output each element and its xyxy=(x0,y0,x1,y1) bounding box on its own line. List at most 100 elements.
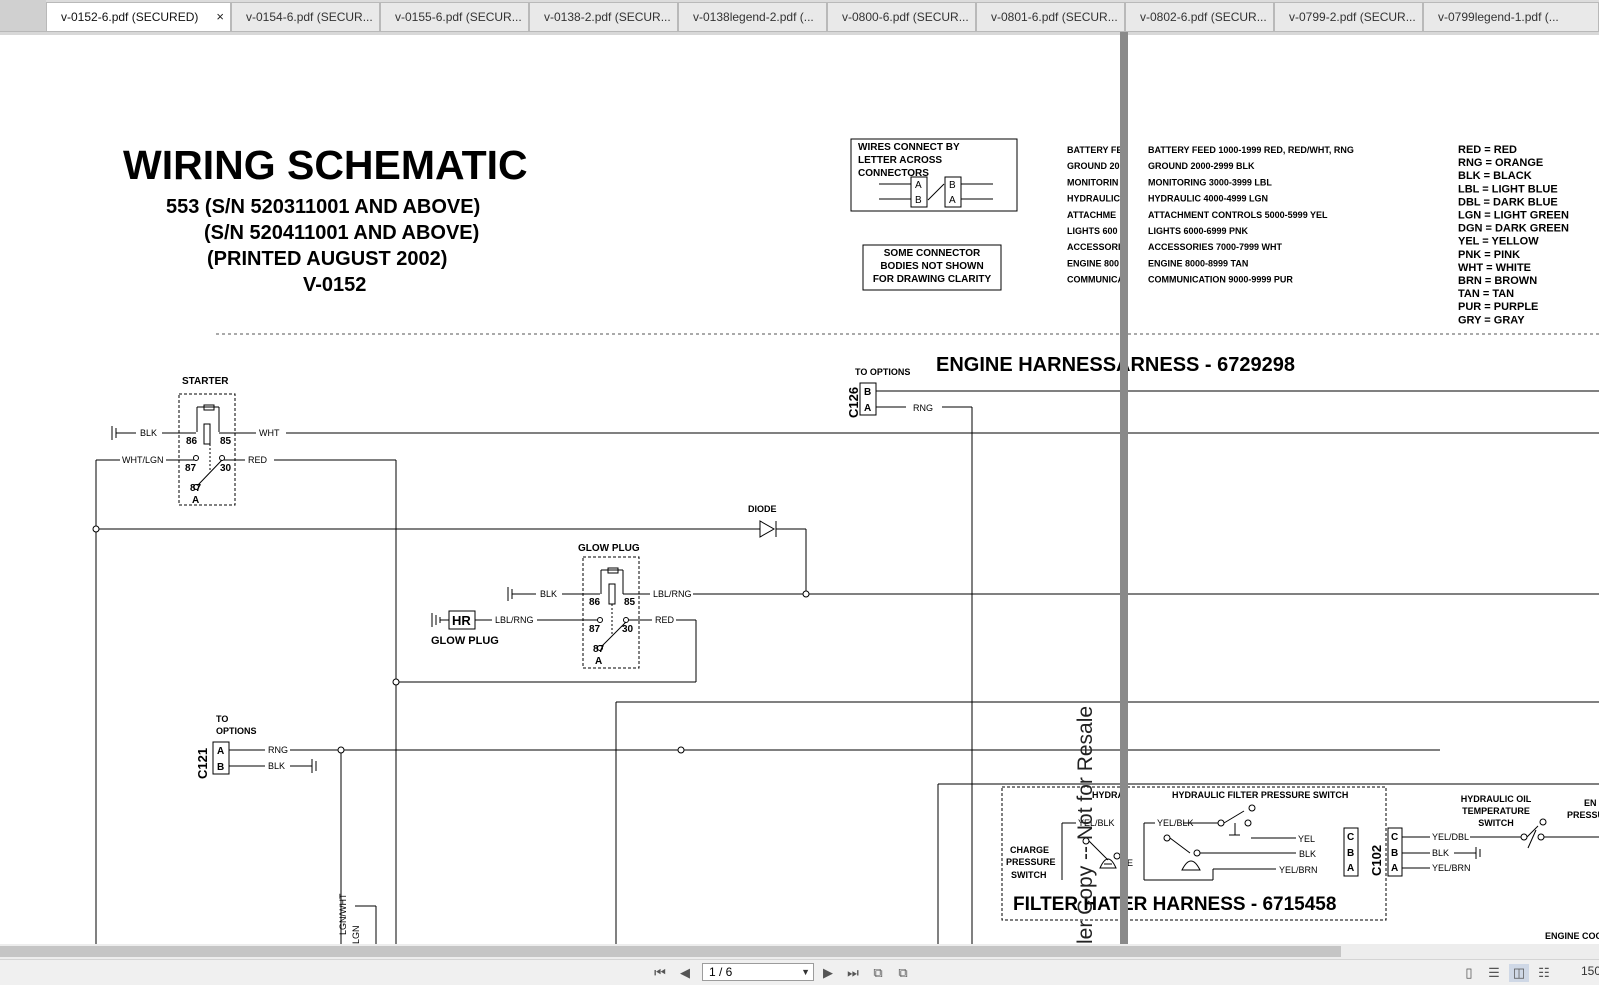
wiring-schematic: WIRING SCHEMATIC 553 (S/N 520311001 AND … xyxy=(92,138,1599,944)
scrollbar-thumb[interactable] xyxy=(0,946,1341,957)
engine-harness-title: ENGINE HARNESSARNESS - 6729298 xyxy=(936,354,1295,376)
pin-label: 87 xyxy=(185,463,197,474)
glow-plug-relay xyxy=(582,556,640,669)
tab-v-0799legend[interactable]: v-0799legend-1.pdf (... xyxy=(1423,2,1599,31)
tab-bar: v-0152-6.pdf (SECURED) × v-0154-6.pdf (SE… xyxy=(0,0,1599,32)
tab-v-0154[interactable]: v-0154-6.pdf (SECUR... xyxy=(231,2,380,31)
feed-range-label: ACCESSORIES 7000-7999 WHT xyxy=(1148,242,1283,252)
next-page-icon[interactable]: ▶ xyxy=(818,964,838,982)
wire-label: LGN/WHT xyxy=(338,893,348,935)
wire-label: RNG xyxy=(268,745,288,755)
tab-v-0799[interactable]: v-0799-2.pdf (SECUR... xyxy=(1274,2,1423,31)
starter-relay xyxy=(178,393,236,506)
prev-page-icon[interactable]: ◀ xyxy=(675,964,695,982)
color-legend-entry: DGN = DARK GREEN xyxy=(1458,223,1569,235)
feed-range-label: ATTACHMENT CONTROLS 5000-5999 YEL xyxy=(1148,210,1328,220)
pin-label: C xyxy=(1391,832,1398,843)
tab-bar-scroll-left[interactable] xyxy=(0,0,46,31)
feed-category-label: ATTACHME xyxy=(1067,210,1116,220)
pin-label: A xyxy=(864,403,871,414)
schematic-title: WIRING SCHEMATIC xyxy=(123,142,528,188)
hr-label: HR xyxy=(452,613,471,628)
pin-label: 30 xyxy=(220,463,232,474)
tab-label: v-0138-2.pdf (SECUR... xyxy=(544,10,671,24)
wire-label: RNG xyxy=(913,403,933,413)
color-legend-entry: LGN = LIGHT GREEN xyxy=(1458,210,1569,222)
wire-label: BLK xyxy=(1299,849,1316,859)
color-legend-entry: RED = RED xyxy=(1458,144,1517,156)
close-icon[interactable]: × xyxy=(216,3,224,31)
single-page-icon[interactable]: ▯ xyxy=(1459,964,1479,982)
chevron-down-icon[interactable]: ▼ xyxy=(801,964,810,980)
feed-range-label: LIGHTS 6000-6999 PNK xyxy=(1148,226,1249,236)
tab-v-0138[interactable]: v-0138-2.pdf (SECUR... xyxy=(529,2,678,31)
last-page-icon[interactable]: ⏭ xyxy=(843,964,863,982)
wire-label: YEL xyxy=(1298,834,1315,844)
go-back-icon[interactable]: ⧉ xyxy=(868,964,888,982)
tab-v-0155[interactable]: v-0155-6.pdf (SECUR... xyxy=(380,2,529,31)
feed-list-left: BATTERY FE GROUND 20 MONITORIN HYDRAULIC ATT… xyxy=(1067,145,1124,285)
tab-v-0800[interactable]: v-0800-6.pdf (SECUR... xyxy=(827,2,976,31)
horizontal-scrollbar[interactable] xyxy=(0,944,1599,959)
color-legend-entry: TAN = TAN xyxy=(1458,288,1514,300)
wire-label: RED xyxy=(655,615,675,625)
diode-label: DIODE xyxy=(748,504,777,514)
feed-category-label: MONITORIN xyxy=(1067,177,1118,187)
feed-category-label: GROUND 20 xyxy=(1067,161,1120,171)
feed-category-label: ACCESSORI xyxy=(1067,242,1121,252)
tab-label: v-0154-6.pdf (SECUR... xyxy=(246,10,373,24)
wire-label: WHT/LGN xyxy=(122,455,164,465)
pin-label: 85 xyxy=(624,597,636,608)
feed-category-label: BATTERY FE xyxy=(1067,145,1122,155)
wire-label: RED xyxy=(248,455,268,465)
color-legend-entry: WHT = WHITE xyxy=(1458,262,1531,274)
doc-number: V-0152 xyxy=(303,274,366,296)
pin-label: 86 xyxy=(589,597,601,608)
tab-label: v-0802-6.pdf (SECUR... xyxy=(1140,10,1267,24)
connector-note-line: SOME CONNECTOR xyxy=(884,248,981,259)
filter-harness-title: FILTER HATER HARNESS - 6715458 xyxy=(1013,894,1336,915)
page-number-field[interactable]: 1 / 6 ▼ xyxy=(702,963,814,981)
tab-v-0138legend[interactable]: v-0138legend-2.pdf (... xyxy=(678,2,827,31)
document-view[interactable]: WIRING SCHEMATIC 553 (S/N 520311001 AND … xyxy=(0,32,1599,944)
wire-label: BLK xyxy=(540,589,557,599)
pin-label: A xyxy=(192,495,199,506)
tab-v-0802[interactable]: v-0802-6.pdf (SECUR... xyxy=(1125,2,1274,31)
engine-partial-label: EN xyxy=(1584,798,1597,808)
pin-label: 85 xyxy=(220,436,232,447)
pin-label: B xyxy=(915,195,922,206)
oil-temp-label: HYDRAULIC OIL xyxy=(1461,794,1532,804)
facing-icon[interactable]: ◫ xyxy=(1509,964,1529,982)
page-number-value: 1 / 6 xyxy=(709,965,733,979)
diode-symbol xyxy=(759,520,776,538)
connector-note-line: BODIES NOT SHOWN xyxy=(880,261,983,272)
tab-v-0801[interactable]: v-0801-6.pdf (SECUR... xyxy=(976,2,1125,31)
pin-label: B xyxy=(1347,848,1354,859)
go-forward-icon[interactable]: ⧉ xyxy=(893,964,913,982)
feed-range-label: ENGINE 8000-8999 TAN xyxy=(1148,258,1248,268)
feed-category-label: HYDRAULIC xyxy=(1067,194,1120,204)
wire-label: YEL/BRN xyxy=(1432,863,1471,873)
wire-label: YEL/DBL xyxy=(1432,832,1469,842)
connect-note-line: WIRES CONNECT BY xyxy=(858,142,960,153)
color-legend: RED = REDRNG = ORANGEBLK = BLACKLBL = LI… xyxy=(1458,144,1569,326)
continuous-icon[interactable]: ☰ xyxy=(1484,964,1504,982)
wire-label: BLK xyxy=(1432,848,1449,858)
feed-range-label: COMMUNICATION 9000-9999 PUR xyxy=(1148,275,1293,285)
tab-v-0152[interactable]: v-0152-6.pdf (SECURED) × xyxy=(46,2,231,31)
zoom-level[interactable]: 150 xyxy=(1581,964,1599,978)
pin-label: A xyxy=(915,180,922,191)
c121-to: TO xyxy=(216,714,228,724)
charge-label: PRESSURE xyxy=(1006,857,1056,867)
wire-label: LGN xyxy=(351,925,361,944)
oil-temp-label: SWITCH xyxy=(1478,818,1514,828)
hyd-filter-switch-title: HYDRAULIC FILTER PRESSURE SWITCH xyxy=(1172,790,1348,800)
engine-coolant-label: ENGINE COO xyxy=(1545,931,1599,941)
first-page-icon[interactable]: ⏮ xyxy=(650,964,670,982)
split-view-divider[interactable] xyxy=(1120,32,1128,944)
charge-label: CHARGE xyxy=(1010,845,1049,855)
pin-label: 86 xyxy=(186,436,198,447)
tab-label: v-0800-6.pdf (SECUR... xyxy=(842,10,969,24)
color-legend-entry: DBL = DARK BLUE xyxy=(1458,196,1558,208)
continuous-facing-icon[interactable]: ☷ xyxy=(1534,964,1554,982)
